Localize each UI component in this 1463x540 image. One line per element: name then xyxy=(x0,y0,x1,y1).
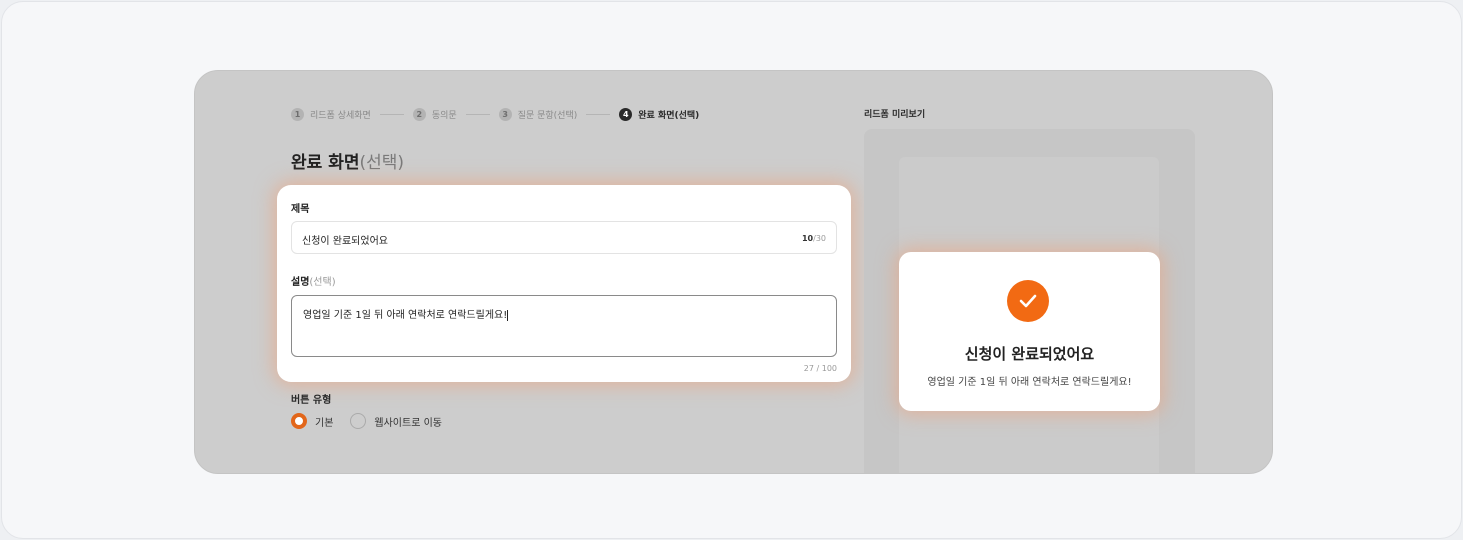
completion-preview-description: 영업일 기준 1일 뒤 아래 연락처로 연락드릴게요! xyxy=(927,377,1132,388)
step-1[interactable]: 1 리드폼 상세화면 xyxy=(291,107,371,121)
outer-card: 1 리드폼 상세화면 2 동의문 3 질문 문항(선택) 4 완료 화면(선택)… xyxy=(1,1,1462,539)
step-divider xyxy=(586,113,611,115)
button-type-radio-group: 기본 웹사이트로 이동 xyxy=(291,413,459,429)
description-value: 영업일 기준 1일 뒤 아래 연락처로 연락드릴게요! xyxy=(303,306,509,321)
step-2-label: 동의문 xyxy=(431,110,457,121)
description-char-count: 27 / 100 xyxy=(803,364,837,373)
desc-label-optional: (선택) xyxy=(309,277,336,288)
radio-website[interactable] xyxy=(350,413,367,429)
title-char-count: 10/30 xyxy=(802,234,826,243)
step-1-number: 1 xyxy=(291,107,304,121)
check-icon xyxy=(1007,280,1049,322)
page-title-text: 완료 화면 xyxy=(291,153,360,173)
step-divider xyxy=(379,113,404,115)
radio-basic-label[interactable]: 기본 xyxy=(315,414,333,429)
dimmed-editor-panel: 1 리드폼 상세화면 2 동의문 3 질문 문항(선택) 4 완료 화면(선택)… xyxy=(194,70,1273,474)
button-type-label: 버튼 유형 xyxy=(291,395,332,406)
preview-label: 리드폼 미리보기 xyxy=(864,110,926,120)
step-divider xyxy=(465,113,490,115)
completion-preview-card: 신청이 완료되었어요 영업일 기준 1일 뒤 아래 연락처로 연락드릴게요! xyxy=(899,252,1160,411)
step-1-label: 리드폼 상세화면 xyxy=(310,110,371,121)
title-label-text: 제목 xyxy=(291,204,310,215)
desc-field-label: 설명(선택) xyxy=(291,273,336,288)
page-title-optional: (선택) xyxy=(359,153,405,173)
step-2-number: 2 xyxy=(412,107,426,121)
desc-label-text: 설명 xyxy=(291,277,310,288)
completion-form-card: 제목 신청이 완료되었어요 10/30 설명(선택) 영업일 기준 1일 뒤 아… xyxy=(277,185,851,382)
step-4-label: 완료 화면(선택) xyxy=(638,110,700,121)
step-4[interactable]: 4 완료 화면(선택) xyxy=(619,107,700,121)
step-4-number: 4 xyxy=(619,107,633,121)
description-text: 영업일 기준 1일 뒤 아래 연락처로 연락드릴게요! xyxy=(303,310,508,321)
radio-website-label[interactable]: 웹사이트로 이동 xyxy=(374,414,442,429)
step-3-number: 3 xyxy=(498,107,512,121)
description-textarea[interactable]: 영업일 기준 1일 뒤 아래 연락처로 연락드릴게요! xyxy=(291,295,837,357)
title-input-value: 신청이 완료되었어요 xyxy=(302,236,388,247)
stepper: 1 리드폼 상세화면 2 동의문 3 질문 문항(선택) 4 완료 화면(선택) xyxy=(291,107,699,121)
title-input[interactable]: 신청이 완료되었어요 10/30 xyxy=(291,221,837,254)
page-title: 완료 화면(선택) xyxy=(291,148,404,173)
step-2[interactable]: 2 동의문 xyxy=(412,107,457,121)
title-field-label: 제목 xyxy=(291,200,309,215)
text-caret xyxy=(507,309,509,321)
title-count-current: 10 xyxy=(801,234,814,243)
radio-basic[interactable] xyxy=(291,413,307,429)
step-3[interactable]: 3 질문 문항(선택) xyxy=(498,107,578,121)
completion-preview-title: 신청이 완료되었어요 xyxy=(964,345,1095,363)
step-3-label: 질문 문항(선택) xyxy=(517,110,578,121)
title-count-max: /30 xyxy=(813,234,826,243)
